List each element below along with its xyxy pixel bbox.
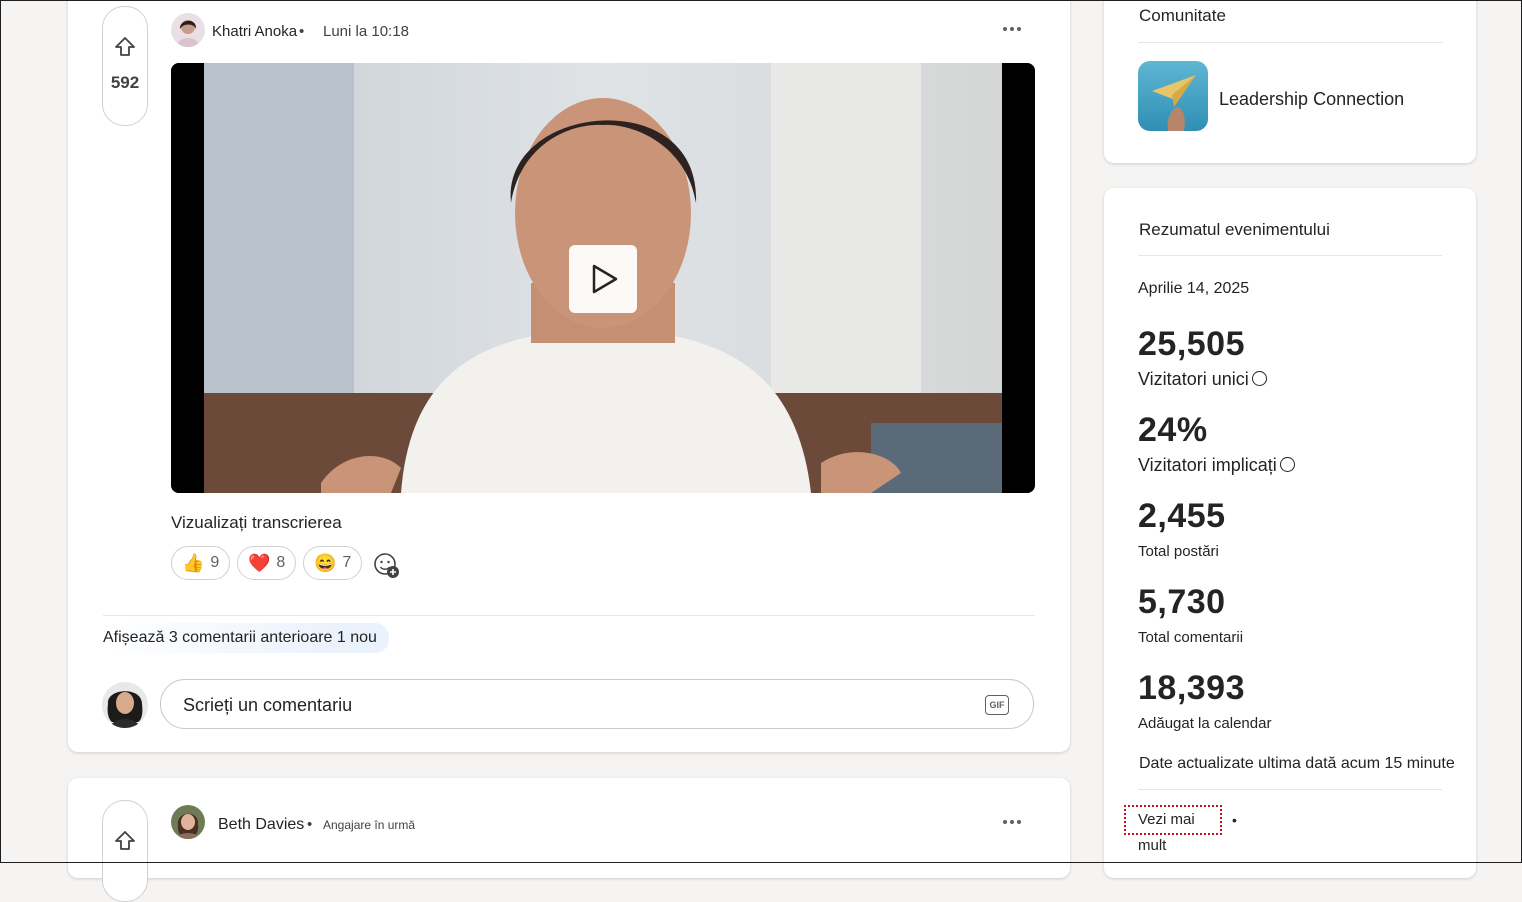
info-icon[interactable] <box>1279 457 1295 472</box>
stat-value-added-to-calendar: 18,393 <box>1138 669 1245 707</box>
stat-label-unique-visitors: Vizitatori unici <box>1138 369 1267 390</box>
dot-icon <box>1017 820 1021 824</box>
stat-value-total-posts: 2,455 <box>1138 497 1226 535</box>
upvote-arrow-icon <box>115 831 135 850</box>
thumbs-up-icon: 👍 <box>182 552 205 573</box>
dot-icon <box>1010 27 1014 31</box>
stat-label-engaged-visitors: Vizitatori implicați <box>1138 455 1295 476</box>
see-more-link[interactable]: Vezi mai mult <box>1124 805 1222 854</box>
more-options-button[interactable] <box>1003 24 1027 34</box>
laugh-icon: 😄 <box>314 552 337 573</box>
upvote-arrow-icon <box>115 37 135 56</box>
meta-separator: • <box>299 23 305 40</box>
stat-label-total-posts: Total postări <box>1138 543 1219 560</box>
show-previous-comments-link[interactable]: Afișează 3 comentarii anterioare 1 nou <box>103 623 389 653</box>
comment-input[interactable]: Scrieți un comentariu GIF <box>160 679 1034 729</box>
dot-icon <box>1010 820 1014 824</box>
community-card: Comunitate Leadership Connection <box>1104 0 1476 163</box>
play-button[interactable] <box>569 245 637 313</box>
author-name[interactable]: Khatri Anoka <box>212 23 297 40</box>
see-more-separator: • <box>1232 812 1237 828</box>
author-name[interactable]: Beth Davies <box>218 816 304 834</box>
author-avatar[interactable] <box>171 805 205 839</box>
current-user-avatar <box>102 682 148 728</box>
community-heading: Comunitate <box>1139 6 1226 25</box>
stat-label-total-comments: Total comentarii <box>1138 629 1244 646</box>
summary-date: Aprilie 14, 2025 <box>1138 280 1250 297</box>
divider <box>1138 789 1442 790</box>
comment-placeholder: Scrieți un comentariu <box>183 695 353 715</box>
divider <box>1138 255 1442 256</box>
post-timestamp[interactable]: Luni la 10:18 <box>323 23 409 40</box>
play-icon <box>592 264 618 294</box>
post-card: 592 Khatri Anoka • Luni la 10:18 Vizuali… <box>68 0 1070 752</box>
reaction-count: 8 <box>276 554 286 571</box>
heart-icon: ❤️ <box>248 552 271 573</box>
view-transcript-link[interactable]: Vizualizați transcrierea <box>171 513 342 533</box>
event-summary-card: Rezumatul evenimentului Aprilie 14, 2025… <box>1104 188 1476 878</box>
upvote-button[interactable]: 592 <box>102 6 148 126</box>
info-icon[interactable] <box>1251 371 1267 386</box>
stat-label-added-to-calendar: Adăugat la calendar <box>1138 715 1272 732</box>
reaction-laugh[interactable]: 😄 7 <box>303 546 363 580</box>
event-summary-heading: Rezumatul evenimentului <box>1139 220 1330 239</box>
community-name-link[interactable]: Leadership Connection <box>1219 89 1404 110</box>
author-avatar[interactable] <box>171 13 205 47</box>
community-logo[interactable] <box>1138 61 1208 131</box>
post-card: Beth Davies • Angajare în urmă <box>68 778 1070 902</box>
last-updated-text: Date actualizate ultima dată acum 15 min… <box>1139 755 1455 772</box>
reaction-count: 7 <box>342 554 352 571</box>
video-player[interactable] <box>171 63 1035 493</box>
stat-value-unique-visitors: 25,505 <box>1138 325 1245 363</box>
reaction-heart[interactable]: ❤️ 8 <box>237 546 297 580</box>
dot-icon <box>1003 820 1007 824</box>
add-reaction-icon[interactable] <box>373 552 401 580</box>
dot-icon <box>1003 27 1007 31</box>
more-options-button[interactable] <box>1003 817 1027 827</box>
post-meta: Angajare în urmă <box>323 818 416 832</box>
vote-count: 592 <box>110 73 140 92</box>
divider <box>103 615 1035 616</box>
stat-value-total-comments: 5,730 <box>1138 583 1226 621</box>
divider <box>1138 42 1443 43</box>
reaction-like[interactable]: 👍 9 <box>171 546 231 580</box>
upvote-button[interactable] <box>102 800 148 902</box>
stat-value-engaged-visitors: 24% <box>1138 411 1208 449</box>
gif-icon[interactable]: GIF <box>985 695 1009 715</box>
reaction-count: 9 <box>210 554 220 571</box>
meta-separator: • <box>307 816 313 833</box>
dot-icon <box>1017 27 1021 31</box>
